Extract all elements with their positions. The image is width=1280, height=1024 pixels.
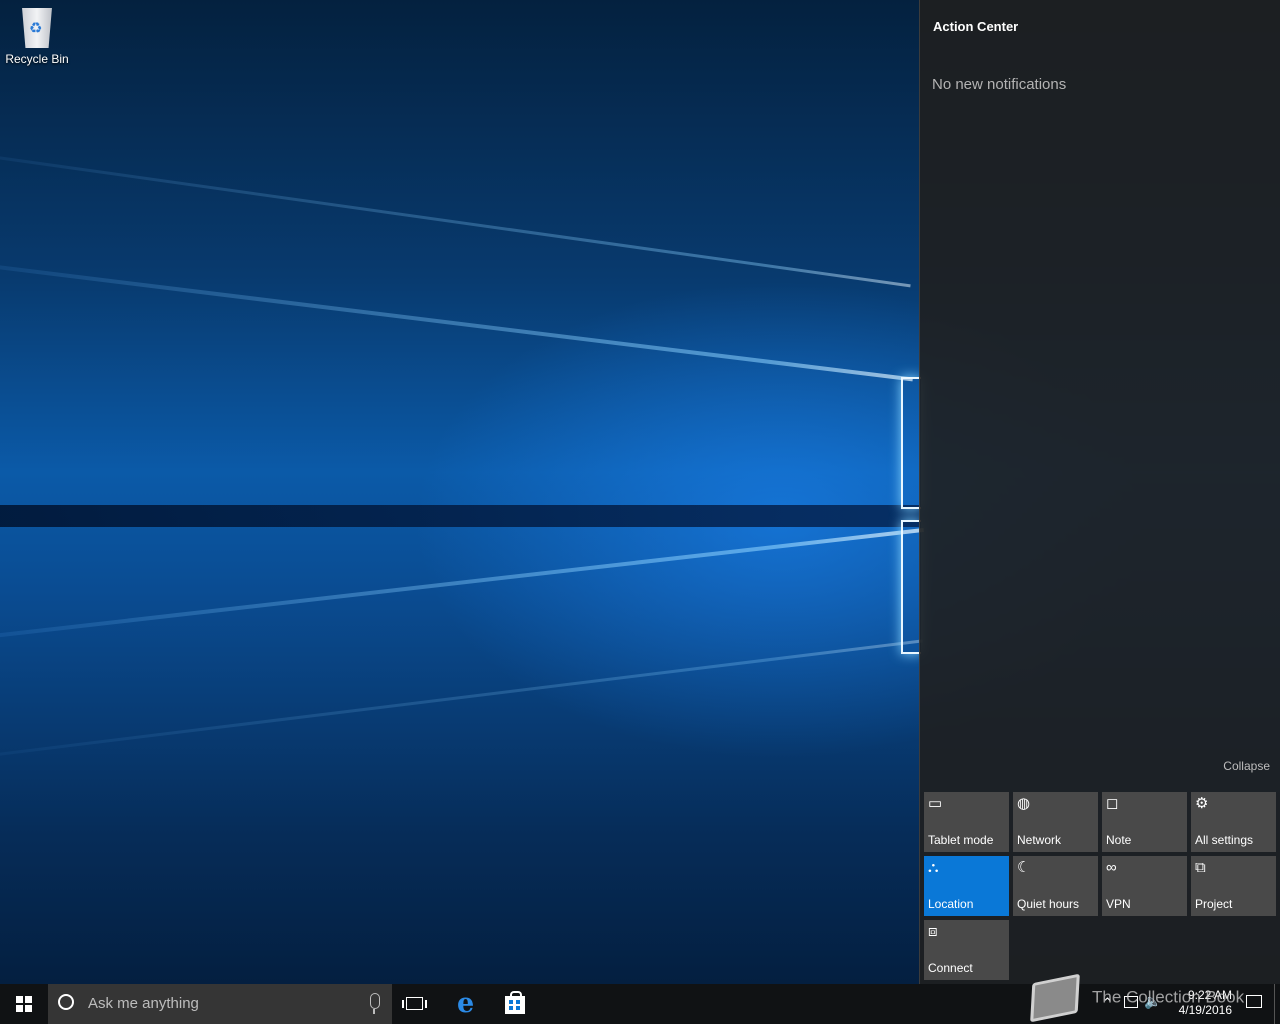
no-notifications-message: No new notifications — [932, 76, 1067, 93]
store-icon[interactable] — [491, 984, 539, 1024]
watermark: The Collection Book — [1030, 973, 1245, 1023]
desktop-icon-label: Recycle Bin — [5, 52, 69, 66]
action-center-icon[interactable] — [1246, 995, 1262, 1008]
light-beam — [0, 148, 911, 288]
project-icon: ⧉ — [1195, 859, 1206, 876]
task-view-button[interactable] — [392, 984, 440, 1024]
start-button[interactable] — [0, 984, 48, 1024]
quick-action-quiet-hours[interactable]: ☾ Quiet hours — [1013, 856, 1098, 916]
quick-action-label: Connect — [928, 961, 973, 975]
show-desktop-button[interactable] — [1274, 984, 1280, 1024]
quick-action-project[interactable]: ⧉ Project — [1191, 856, 1276, 916]
watermark-text: The Collection Book — [1092, 987, 1245, 1007]
connect-icon: ⧈ — [928, 923, 938, 940]
light-beam — [0, 527, 924, 644]
quick-action-label: All settings — [1195, 833, 1254, 847]
desktop-icon-recycle-bin[interactable]: ♻ Recycle Bin — [4, 8, 70, 66]
light-beam — [0, 639, 923, 763]
search-placeholder: Ask me anything — [88, 995, 199, 1012]
moon-icon: ☾ — [1017, 859, 1031, 876]
book-logo-icon — [1030, 973, 1080, 1023]
microphone-icon[interactable] — [370, 993, 380, 1014]
gear-icon: ⚙ — [1195, 795, 1209, 812]
quick-action-label: Project — [1195, 897, 1233, 911]
window-divider — [0, 505, 920, 527]
light-beam — [0, 258, 913, 382]
location-icon: ⛬ — [928, 859, 939, 876]
note-icon: ◻ — [1106, 795, 1119, 812]
quick-action-connect[interactable]: ⧈ Connect — [924, 920, 1009, 980]
action-center-title: Action Center — [933, 19, 1019, 34]
cortana-search-box[interactable]: Ask me anything — [48, 984, 392, 1024]
quick-action-tablet-mode[interactable]: ▭ Tablet mode — [924, 792, 1009, 852]
action-center-panel: Action Center No new notifications Colla… — [919, 0, 1280, 984]
quick-action-label: Note — [1106, 833, 1132, 847]
cortana-icon — [58, 994, 74, 1010]
quick-action-note[interactable]: ◻ Note — [1102, 792, 1187, 852]
quick-action-label: Network — [1017, 833, 1062, 847]
quick-action-label: Quiet hours — [1017, 897, 1080, 911]
quick-action-label: Location — [928, 897, 974, 911]
windows-logo-pane — [901, 520, 921, 654]
quick-action-location[interactable]: ⛬ Location — [924, 856, 1009, 916]
quick-action-label: Tablet mode — [928, 833, 994, 847]
recycle-bin-icon: ♻ — [22, 8, 52, 48]
quick-action-vpn[interactable]: ∞ VPN — [1102, 856, 1187, 916]
vpn-icon: ∞ — [1106, 859, 1117, 876]
windows-logo-pane — [901, 377, 921, 509]
windows-logo-icon — [16, 996, 32, 1012]
collapse-link[interactable]: Collapse — [1223, 759, 1270, 773]
quick-action-all-settings[interactable]: ⚙ All settings — [1191, 792, 1276, 852]
network-globe-icon: ◍ — [1017, 795, 1031, 812]
quick-action-network[interactable]: ◍ Network — [1013, 792, 1098, 852]
quick-action-label: VPN — [1106, 897, 1131, 911]
tablet-mode-icon: ▭ — [928, 795, 943, 812]
edge-icon[interactable]: e — [443, 984, 491, 1024]
